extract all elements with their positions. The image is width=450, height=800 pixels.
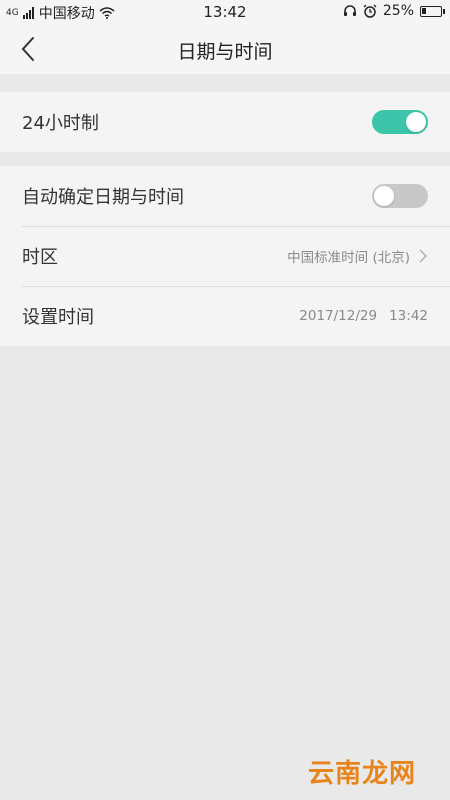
current-date: 2017/12/29 bbox=[299, 308, 378, 324]
watermark-logo: 云南龙网 bbox=[307, 759, 416, 789]
toggle-knob bbox=[406, 112, 426, 132]
title-bar: 日期与时间 bbox=[0, 24, 450, 74]
chevron-right-icon bbox=[419, 249, 428, 263]
setting-auto-datetime[interactable]: 自动确定日期与时间 bbox=[0, 166, 450, 226]
setting-timezone-value: 中国标准时间 (北京) bbox=[287, 246, 428, 266]
toggle-auto-datetime[interactable] bbox=[372, 184, 428, 208]
setting-set-time[interactable]: 设置时间 2017/12/29 13:42 bbox=[0, 286, 450, 346]
battery-percent: 25% bbox=[382, 3, 414, 19]
status-right: 25% bbox=[343, 3, 445, 19]
setting-24-hour[interactable]: 24小时制 bbox=[0, 92, 450, 152]
setting-24-hour-label: 24小时制 bbox=[22, 113, 99, 134]
current-time: 13:42 bbox=[389, 308, 428, 324]
battery-fill bbox=[422, 7, 426, 14]
timezone-value-text: 中国标准时间 (北京) bbox=[287, 250, 410, 266]
battery-icon bbox=[420, 5, 445, 17]
setting-auto-datetime-label: 自动确定日期与时间 bbox=[22, 187, 184, 208]
setting-set-time-value: 2017/12/29 13:42 bbox=[299, 308, 428, 324]
toggle-knob bbox=[374, 186, 394, 206]
setting-timezone-label: 时区 bbox=[22, 247, 58, 268]
page-title: 日期与时间 bbox=[177, 41, 273, 63]
headset-icon bbox=[343, 5, 356, 16]
setting-timezone[interactable]: 时区 中国标准时间 (北京) bbox=[0, 226, 450, 286]
settings-group-datetime: 自动确定日期与时间 时区 中国标准时间 (北京) 设置时间 2017/12/29… bbox=[0, 166, 450, 346]
toggle-24-hour[interactable] bbox=[372, 110, 428, 134]
setting-set-time-label: 设置时间 bbox=[22, 307, 94, 328]
settings-group-format: 24小时制 bbox=[0, 92, 450, 152]
alarm-icon bbox=[363, 4, 377, 18]
status-bar: 4G 中国移动 13:42 25% bbox=[0, 0, 450, 24]
